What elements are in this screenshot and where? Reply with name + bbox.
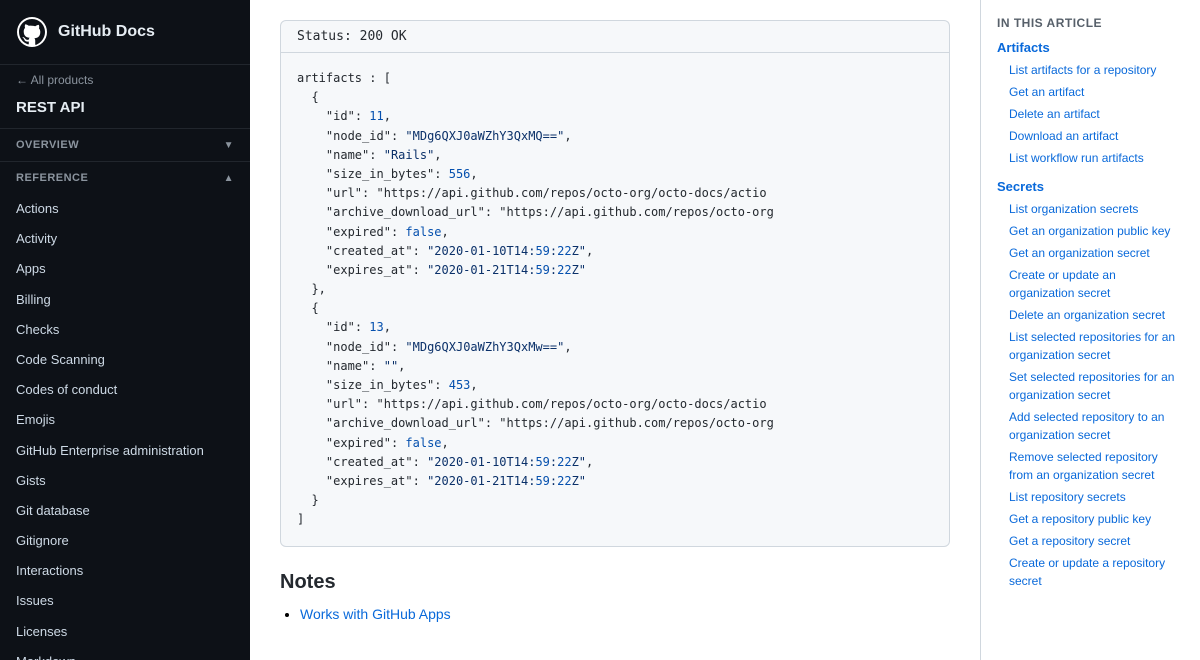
- sidebar-item-code-scanning[interactable]: Code Scanning: [0, 345, 250, 375]
- sidebar-item-git-database[interactable]: Git database: [0, 496, 250, 526]
- toc-item[interactable]: List selected repositories for an organi…: [997, 326, 1184, 366]
- rest-api-label: REST API: [0, 95, 250, 128]
- notes-title: Notes: [280, 571, 950, 594]
- github-logo-icon: [16, 16, 48, 48]
- toc-item[interactable]: Download an artifact: [997, 125, 1184, 147]
- code-content: artifacts : [ { "id": 11, "node_id": "MD…: [297, 69, 933, 530]
- notes-section: Notes Works with GitHub Apps: [280, 571, 950, 622]
- sidebar-item-codes-of-conduct[interactable]: Codes of conduct: [0, 375, 250, 405]
- toc-item[interactable]: Delete an artifact: [997, 103, 1184, 125]
- reference-chevron-icon: ▲: [224, 173, 234, 184]
- sidebar-item-gitignore[interactable]: Gitignore: [0, 526, 250, 556]
- notes-item: Works with GitHub Apps: [300, 606, 950, 622]
- toc-item[interactable]: List workflow run artifacts: [997, 147, 1184, 169]
- toc-title: In this article: [997, 16, 1184, 30]
- sidebar: GitHub Docs ← All products REST API OVER…: [0, 0, 250, 660]
- all-products-link[interactable]: ← All products: [0, 65, 250, 95]
- toc-item[interactable]: Get a repository secret: [997, 530, 1184, 552]
- toc-item[interactable]: Get an organization secret: [997, 242, 1184, 264]
- notes-link[interactable]: Works with GitHub Apps: [300, 606, 451, 622]
- sidebar-item-issues[interactable]: Issues: [0, 586, 250, 616]
- sidebar-item-licenses[interactable]: Licenses: [0, 617, 250, 647]
- toc-item[interactable]: Get an organization public key: [997, 220, 1184, 242]
- toc-item[interactable]: Delete an organization secret: [997, 304, 1184, 326]
- sidebar-item-emojis[interactable]: Emojis: [0, 405, 250, 435]
- sidebar-item-interactions[interactable]: Interactions: [0, 556, 250, 586]
- reference-section: REFERENCE ▲ ActionsActivityAppsBillingCh…: [0, 161, 250, 660]
- toc-content: Artifacts List artifacts for a repository…: [997, 40, 1184, 592]
- reference-nav: ActionsActivityAppsBillingChecksCode Sca…: [0, 194, 250, 660]
- toc-item[interactable]: List repository secrets: [997, 486, 1184, 508]
- toc-item[interactable]: Add selected repository to an organizati…: [997, 406, 1184, 446]
- reference-section-header[interactable]: REFERENCE ▲: [0, 162, 250, 194]
- overview-chevron-icon: ▼: [224, 140, 234, 151]
- sidebar-item-markdown[interactable]: Markdown: [0, 647, 250, 660]
- sidebar-item-actions[interactable]: Actions: [0, 194, 250, 224]
- right-sidebar: In this article Artifacts List artifacts …: [980, 0, 1200, 660]
- toc-item[interactable]: Get an artifact: [997, 81, 1184, 103]
- overview-section-header[interactable]: OVERVIEW ▼: [0, 129, 250, 161]
- toc-item[interactable]: List organization secrets: [997, 198, 1184, 220]
- code-block[interactable]: artifacts : [ { "id": 11, "node_id": "MD…: [280, 52, 950, 547]
- toc-section-artifacts[interactable]: Artifacts: [997, 40, 1184, 55]
- status-bar: Status: 200 OK: [280, 20, 950, 52]
- sidebar-item-checks[interactable]: Checks: [0, 315, 250, 345]
- notes-list: Works with GitHub Apps: [280, 606, 950, 622]
- toc-item[interactable]: Create or update an organization secret: [997, 264, 1184, 304]
- toc-item[interactable]: Remove selected repository from an organ…: [997, 446, 1184, 486]
- main-content: Status: 200 OK artifacts : [ { "id": 11,…: [250, 0, 980, 660]
- overview-section: OVERVIEW ▼: [0, 128, 250, 161]
- sidebar-item-apps[interactable]: Apps: [0, 254, 250, 284]
- toc-item[interactable]: Create or update a repository secret: [997, 552, 1184, 592]
- sidebar-header: GitHub Docs: [0, 0, 250, 65]
- sidebar-item-github-enterprise-administration[interactable]: GitHub Enterprise administration: [0, 436, 250, 466]
- sidebar-title: GitHub Docs: [58, 23, 155, 41]
- sidebar-item-activity[interactable]: Activity: [0, 224, 250, 254]
- toc-item[interactable]: Set selected repositories for an organiz…: [997, 366, 1184, 406]
- sidebar-item-gists[interactable]: Gists: [0, 466, 250, 496]
- toc-item[interactable]: List artifacts for a repository: [997, 59, 1184, 81]
- sidebar-item-billing[interactable]: Billing: [0, 285, 250, 315]
- toc-section-secrets[interactable]: Secrets: [997, 179, 1184, 194]
- toc-item[interactable]: Get a repository public key: [997, 508, 1184, 530]
